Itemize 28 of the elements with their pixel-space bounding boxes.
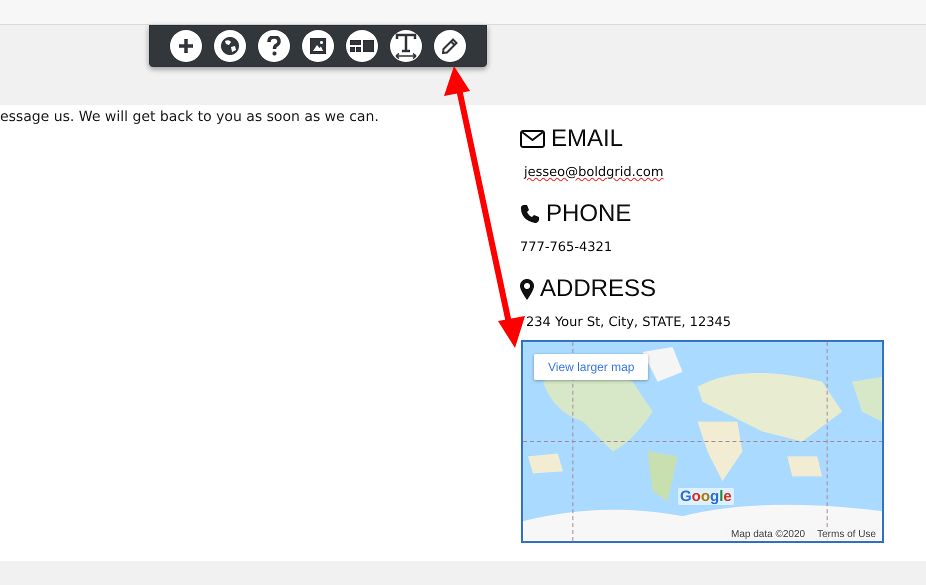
contact-value: jesseo@boldgrid.com [524, 165, 664, 180]
question-mark-icon [267, 36, 281, 56]
layout-icon [350, 40, 374, 52]
map-attribution: Map data ©2020 [731, 529, 806, 540]
text-width-icon [394, 33, 418, 59]
plus-icon [178, 38, 194, 54]
contact-value: 777-765-4321 [520, 240, 612, 255]
text-button[interactable] [390, 30, 422, 62]
contact-value: 234 Your St, City, STATE, 12345 [526, 315, 732, 330]
envelope-icon [520, 130, 545, 148]
edit-button[interactable] [434, 30, 466, 62]
map-logo: Google [678, 488, 734, 505]
contact-heading: PHONE [546, 200, 632, 228]
view-larger-map-link[interactable]: View larger map [534, 354, 648, 380]
map-pin-icon [520, 278, 534, 300]
globe-icon [220, 36, 240, 56]
pencil-icon [442, 38, 458, 54]
phone-icon [520, 204, 540, 224]
layout-button[interactable] [346, 30, 378, 62]
contact-heading: EMAIL [551, 125, 624, 153]
terms-link[interactable]: Terms of Use [817, 529, 876, 540]
add-button[interactable] [170, 30, 202, 62]
contact-heading: ADDRESS [540, 275, 656, 303]
intro-text: essage us. We will get back to you as soon as we can. [0, 109, 380, 125]
image-icon [310, 38, 326, 54]
help-button[interactable] [258, 30, 290, 62]
image-button[interactable] [302, 30, 334, 62]
globe-button[interactable] [214, 30, 246, 62]
